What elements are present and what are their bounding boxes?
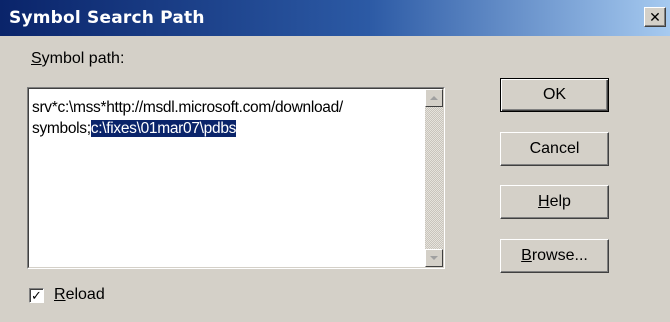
browse-button-text: rowse... — [531, 247, 588, 264]
symbol-path-line-1: srv*c:\mss*http://msdl.microsoft.com/dow… — [32, 99, 343, 116]
close-icon: ✕ — [649, 9, 661, 25]
reload-label[interactable]: Reload — [54, 286, 105, 304]
reload-checkbox[interactable]: ✓ — [29, 287, 44, 303]
reload-label-text: eload — [65, 286, 105, 303]
ok-button[interactable]: OK — [500, 78, 609, 112]
symbol-path-textarea[interactable]: srv*c:\mss*http://msdl.microsoft.com/dow… — [27, 87, 445, 269]
cancel-button[interactable]: Cancel — [500, 132, 609, 166]
browse-button[interactable]: Browse... — [500, 239, 609, 273]
checkmark-icon: ✓ — [31, 287, 42, 303]
symbol-path-label-accel: S — [31, 50, 42, 67]
title-bar[interactable]: Symbol Search Path ✕ — [0, 0, 670, 36]
help-button-accel: H — [538, 193, 550, 210]
help-button[interactable]: Help — [500, 185, 609, 219]
scroll-down-button[interactable] — [425, 249, 443, 267]
reload-option[interactable]: ✓ Reload — [29, 285, 105, 305]
scroll-up-arrow-icon — [430, 96, 438, 100]
symbol-path-text[interactable]: srv*c:\mss*http://msdl.microsoft.com/dow… — [32, 97, 412, 139]
browse-button-accel: B — [521, 247, 532, 264]
scroll-down-arrow-icon — [430, 256, 438, 260]
symbol-path-label-text: ymbol path: — [41, 50, 125, 67]
close-button[interactable]: ✕ — [644, 7, 666, 27]
symbol-path-textarea-inner[interactable]: srv*c:\mss*http://msdl.microsoft.com/dow… — [28, 88, 444, 268]
symbol-path-selection: c:\fixes\01mar07\pdbs — [90, 120, 237, 137]
symbol-path-line-2: symbols;c:\fixes\01mar07\pdbs — [32, 118, 412, 139]
scroll-up-button[interactable] — [425, 89, 443, 107]
vertical-scrollbar[interactable] — [425, 89, 443, 267]
window-title: Symbol Search Path — [9, 8, 205, 28]
symbol-path-label: Symbol path: — [31, 50, 124, 68]
help-button-text: elp — [549, 193, 571, 210]
reload-label-accel: R — [54, 286, 66, 303]
symbol-path-line-2-plain: symbols; — [32, 120, 91, 137]
